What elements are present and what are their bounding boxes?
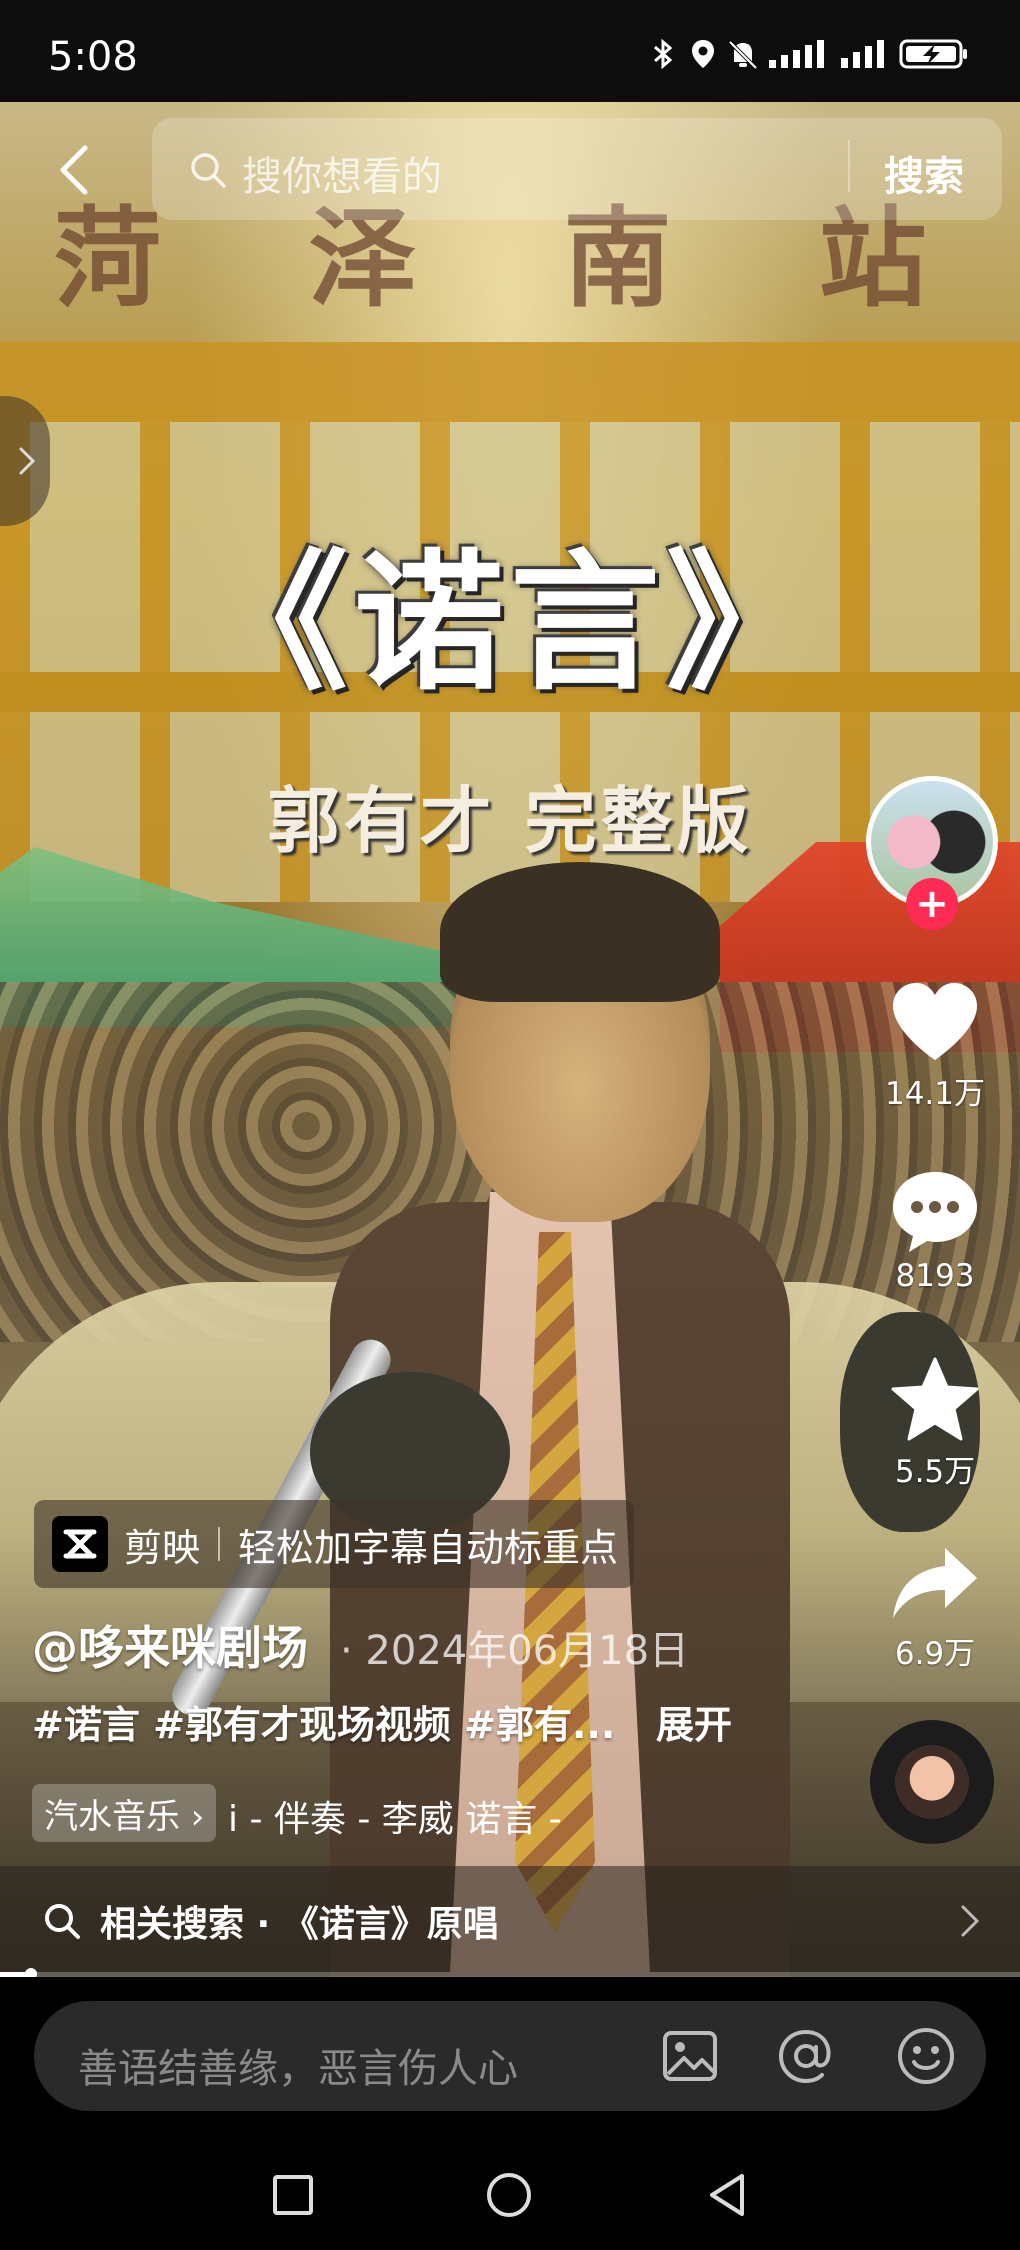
circle-icon — [487, 2173, 531, 2217]
comment-button[interactable]: 8193 — [870, 1168, 1000, 1294]
signal-icon — [768, 38, 830, 70]
back-button[interactable] — [44, 140, 104, 200]
related-search-text: 相关搜索 · 《诺言》原唱 — [100, 1904, 499, 1945]
comment-icon — [893, 1172, 977, 1252]
home-button[interactable] — [484, 2170, 534, 2220]
share-arrow-icon — [893, 1548, 977, 1618]
location-icon — [688, 38, 718, 70]
capcut-logo-icon — [52, 1516, 108, 1572]
capcut-text: 轻松加字幕自动标重点 — [238, 1525, 619, 1570]
status-icons — [648, 38, 970, 70]
chevron-right-icon — [961, 1905, 980, 1937]
search-icon — [45, 1904, 80, 1939]
recents-button[interactable] — [268, 2170, 318, 2220]
capcut-divider — [218, 1527, 221, 1561]
chevron-right-icon — [19, 447, 36, 475]
status-time: 5:08 — [48, 34, 138, 80]
search-icon — [188, 150, 228, 190]
signal-icon — [840, 38, 888, 70]
follow-button[interactable]: + — [906, 878, 958, 930]
favorite-count: 5.5万 — [894, 1454, 976, 1490]
emoji-icon[interactable] — [896, 2026, 956, 2086]
search-input[interactable]: 搜你想看的 — [242, 144, 442, 202]
music-disc[interactable] — [870, 1720, 994, 1844]
singer-hair — [440, 862, 720, 1002]
related-search-bar[interactable]: 相关搜索 · 《诺言》原唱 — [0, 1866, 1020, 1976]
battery-charging-icon — [898, 38, 970, 70]
music-track-marquee[interactable]: i - 伴奏 - 李威 诺言 - — [228, 1790, 562, 1842]
mention-icon[interactable] — [776, 2026, 836, 2086]
image-icon[interactable] — [660, 2026, 720, 2086]
capcut-promo[interactable]: 剪映 轻松加字幕自动标重点 — [34, 1500, 635, 1588]
mute-icon — [728, 38, 758, 70]
bluetooth-icon — [648, 38, 678, 70]
music-cover — [895, 1745, 969, 1819]
comment-placeholder: 善语结善缘，恶言伤人心 — [78, 2046, 518, 2092]
favorite-button[interactable]: 5.5万 — [870, 1356, 1000, 1491]
square-icon — [273, 2175, 313, 2215]
search-divider — [848, 140, 850, 192]
music-app-chip[interactable]: 汽水音乐 › — [32, 1784, 217, 1842]
comment-count: 8193 — [895, 1258, 975, 1294]
chevron-left-icon — [60, 145, 88, 195]
like-count: 14.1万 — [884, 1076, 986, 1112]
expand-button[interactable]: 展开 — [656, 1694, 732, 1749]
share-count: 6.9万 — [894, 1636, 976, 1672]
triangle-back-icon — [710, 2174, 744, 2216]
hashtags[interactable]: #诺言 #郭有才现场视频 #郭有... — [32, 1694, 615, 1749]
heart-icon — [893, 983, 977, 1060]
capcut-name: 剪映 — [124, 1525, 201, 1570]
star-icon — [891, 1357, 979, 1441]
status-bar: 5:08 — [0, 0, 1020, 102]
search-button[interactable]: 搜索 — [884, 144, 964, 202]
post-date: · 2024年06月18日 — [340, 1628, 690, 1674]
video-title-overlay: 《诺言》 — [197, 537, 822, 711]
share-button[interactable]: 6.9万 — [870, 1544, 1000, 1673]
like-button[interactable]: 14.1万 — [870, 980, 1000, 1113]
back-nav-button[interactable] — [702, 2170, 752, 2220]
author-name[interactable]: @哆来咪剧场 — [32, 1612, 308, 1678]
